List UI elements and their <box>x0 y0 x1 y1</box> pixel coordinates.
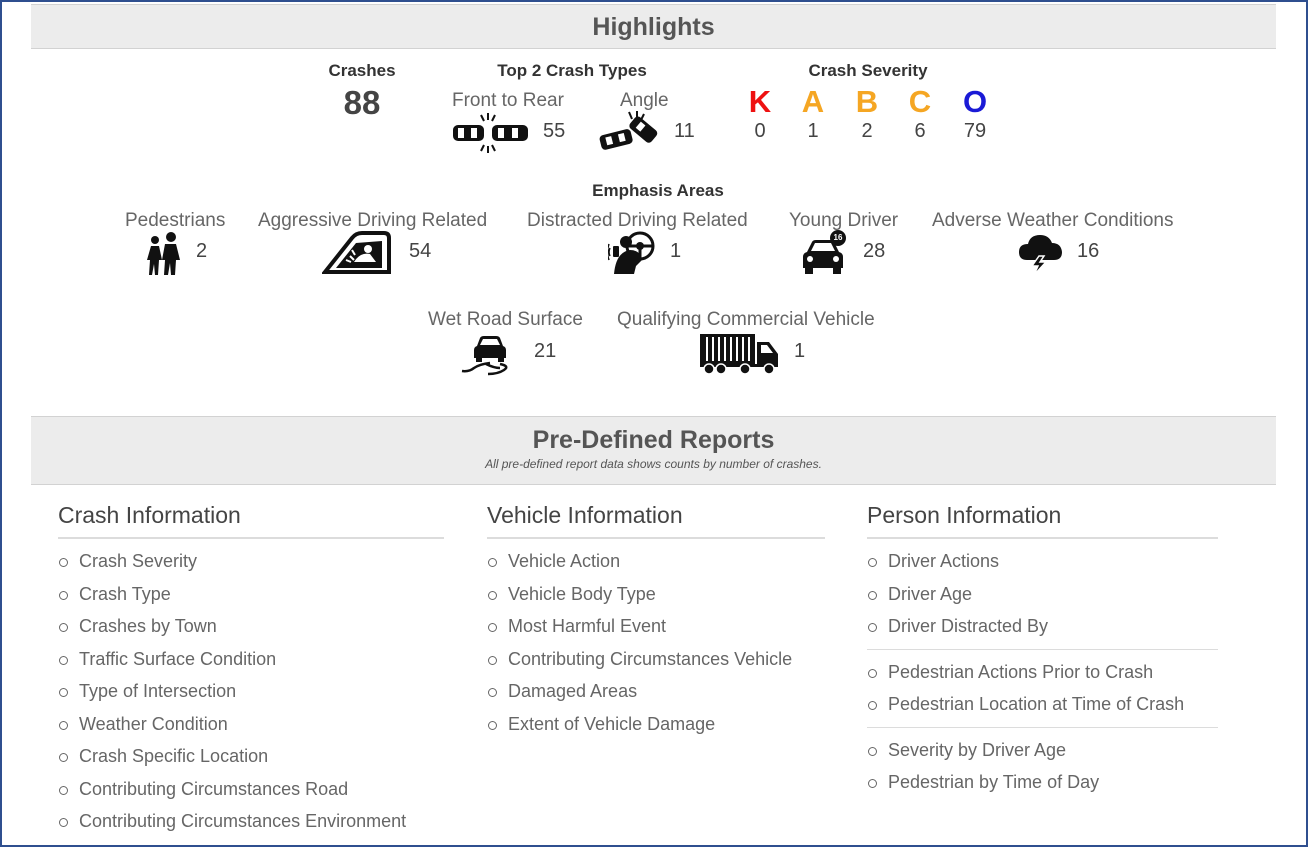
distracted-driving-count: 1 <box>670 240 682 262</box>
report-link-traffic-surface-condition[interactable]: Traffic Surface Condition <box>58 643 444 676</box>
aggressive-driving-count: 54 <box>409 240 432 262</box>
angle-crash-icon <box>599 110 661 154</box>
report-link-contributing-circumstances-environment[interactable]: Contributing Circumstances Environment <box>58 805 444 838</box>
reports-subtitle: All pre-defined report data shows counts… <box>485 457 822 471</box>
front-to-rear-count: 55 <box>543 120 566 142</box>
young-driver-label: Young Driver <box>789 210 899 231</box>
wet-road-label: Wet Road Surface <box>428 309 583 330</box>
adverse-weather-label: Adverse Weather Conditions <box>932 210 1174 231</box>
person-information-column: Person Information Driver Actions Driver… <box>867 502 1218 799</box>
crash-information-column: Crash Information Crash Severity Crash T… <box>58 502 444 838</box>
report-link-driver-distracted-by[interactable]: Driver Distracted By <box>867 610 1218 643</box>
report-link-severity-by-driver-age[interactable]: Severity by Driver Age <box>867 734 1218 767</box>
storm-cloud-icon <box>1017 230 1065 276</box>
commercial-vehicle-label: Qualifying Commercial Vehicle <box>617 309 875 330</box>
report-link-weather-condition[interactable]: Weather Condition <box>58 708 444 741</box>
report-link-vehicle-action[interactable]: Vehicle Action <box>487 545 825 578</box>
person-driver-list: Driver Actions Driver Age Driver Distrac… <box>867 545 1218 643</box>
wet-road-count: 21 <box>534 340 557 362</box>
severity-k: K 0 <box>740 84 780 143</box>
vehicle-information-column: Vehicle Information Vehicle Action Vehic… <box>487 502 825 740</box>
crashes-label: Crashes <box>328 61 396 80</box>
person-information-title: Person Information <box>867 502 1218 539</box>
person-pedestrian-list: Pedestrian Actions Prior to Crash Pedest… <box>867 656 1218 721</box>
reports-title: Pre-Defined Reports <box>532 426 775 454</box>
report-link-crash-type[interactable]: Crash Type <box>58 578 444 611</box>
top-crash-types-label: Top 2 Crash Types <box>497 61 647 80</box>
angle-count: 11 <box>674 120 695 142</box>
severity-o: O 79 <box>955 84 995 143</box>
severity-c-letter: C <box>908 84 932 119</box>
report-link-driver-actions[interactable]: Driver Actions <box>867 545 1218 578</box>
wet-road-icon <box>460 330 520 376</box>
aggressive-driving-label: Aggressive Driving Related <box>258 210 488 231</box>
report-link-type-of-intersection[interactable]: Type of Intersection <box>58 675 444 708</box>
severity-k-count: 0 <box>754 120 766 142</box>
severity-a: A 1 <box>793 84 833 143</box>
report-link-vehicle-body-type[interactable]: Vehicle Body Type <box>487 578 825 611</box>
aggressive-driving-icon <box>322 230 392 276</box>
severity-a-letter: A <box>801 84 825 119</box>
reports-header: Pre-Defined Reports All pre-defined repo… <box>31 416 1276 485</box>
highlights-title: Highlights <box>592 13 715 41</box>
young-driver-count: 28 <box>863 240 886 262</box>
person-list-divider <box>867 726 1218 728</box>
pedestrians-icon <box>144 232 184 276</box>
young-driver-age-badge: 16 <box>833 233 843 242</box>
report-link-driver-age[interactable]: Driver Age <box>867 578 1218 611</box>
report-link-crashes-by-town[interactable]: Crashes by Town <box>58 610 444 643</box>
severity-a-count: 1 <box>807 120 819 142</box>
severity-o-count: 79 <box>963 120 987 142</box>
person-other-list: Severity by Driver Age Pedestrian by Tim… <box>867 734 1218 799</box>
report-link-most-harmful-event[interactable]: Most Harmful Event <box>487 610 825 643</box>
report-link-pedestrian-by-time-of-day[interactable]: Pedestrian by Time of Day <box>867 766 1218 799</box>
severity-o-letter: O <box>962 84 988 119</box>
report-link-damaged-areas[interactable]: Damaged Areas <box>487 675 825 708</box>
report-link-crash-severity[interactable]: Crash Severity <box>58 545 444 578</box>
crash-information-list: Crash Severity Crash Type Crashes by Tow… <box>58 545 444 838</box>
severity-c: C 6 <box>900 84 940 143</box>
pedestrians-count: 2 <box>196 240 208 262</box>
pedestrians-label: Pedestrians <box>125 210 226 231</box>
severity-b: B 2 <box>847 84 887 143</box>
report-link-pedestrian-actions-prior-to-crash[interactable]: Pedestrian Actions Prior to Crash <box>867 656 1218 689</box>
report-link-contributing-circumstances-road[interactable]: Contributing Circumstances Road <box>58 773 444 806</box>
severity-k-letter: K <box>748 84 772 119</box>
severity-b-count: 2 <box>861 120 873 142</box>
emphasis-areas-label: Emphasis Areas <box>592 181 724 200</box>
person-list-divider <box>867 648 1218 650</box>
crash-information-title: Crash Information <box>58 502 444 539</box>
truck-icon <box>699 330 781 376</box>
report-link-pedestrian-location-at-time-of-crash[interactable]: Pedestrian Location at Time of Crash <box>867 688 1218 721</box>
crash-severity-label: Crash Severity <box>808 61 928 80</box>
commercial-vehicle-count: 1 <box>794 340 806 362</box>
front-to-rear-icon <box>452 112 530 154</box>
front-to-rear-label: Front to Rear <box>452 90 564 111</box>
highlights-header: Highlights <box>31 4 1276 49</box>
report-link-crash-specific-location[interactable]: Crash Specific Location <box>58 740 444 773</box>
severity-c-count: 6 <box>914 120 926 142</box>
report-link-contributing-circumstances-vehicle[interactable]: Contributing Circumstances Vehicle <box>487 643 825 676</box>
adverse-weather-count: 16 <box>1077 240 1100 262</box>
angle-label: Angle <box>620 90 669 111</box>
crashes-count: 88 <box>343 84 381 121</box>
vehicle-information-title: Vehicle Information <box>487 502 825 539</box>
distracted-driving-label: Distracted Driving Related <box>527 210 748 231</box>
distracted-driver-icon <box>608 230 656 276</box>
vehicle-information-list: Vehicle Action Vehicle Body Type Most Ha… <box>487 545 825 740</box>
report-link-extent-of-vehicle-damage[interactable]: Extent of Vehicle Damage <box>487 708 825 741</box>
severity-b-letter: B <box>855 84 879 119</box>
